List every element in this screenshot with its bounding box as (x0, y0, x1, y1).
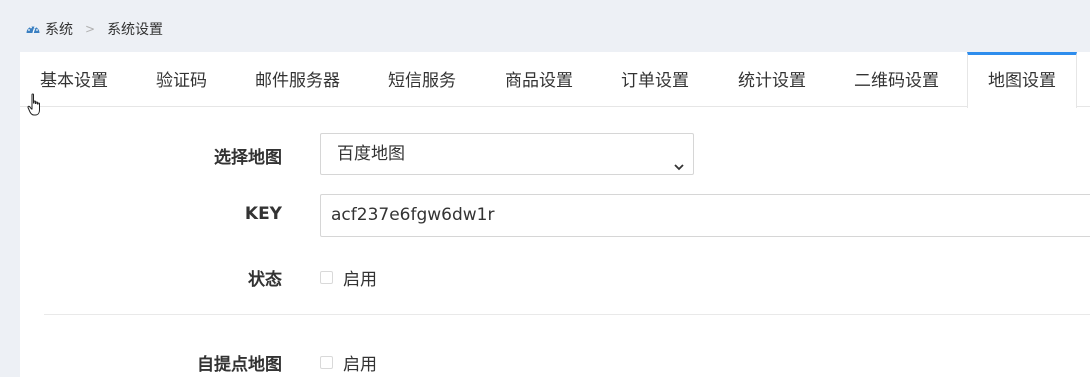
pickup-map-enable-label: 启用 (343, 355, 377, 375)
tab-captcha[interactable]: 验证码 (156, 52, 207, 107)
tab-product-settings[interactable]: 商品设置 (505, 52, 573, 107)
key-input[interactable]: acf237e6fgw6dw1r (320, 194, 1090, 237)
breadcrumb-current: 系统设置 (107, 22, 164, 38)
key-label: KEY (244, 204, 282, 224)
tab-order-settings[interactable]: 订单设置 (621, 52, 689, 107)
status-enable-label: 启用 (343, 270, 377, 290)
map-select[interactable]: 百度地图 (320, 133, 694, 175)
pickup-map-label: 自提点地图 (197, 355, 282, 375)
tab-sms-service[interactable]: 短信服务 (388, 52, 456, 107)
pickup-map-enable-option[interactable]: 启用 (320, 350, 377, 375)
breadcrumb-root[interactable]: 系统 (45, 19, 73, 39)
map-select-value: 百度地图 (337, 144, 405, 164)
tab-map-settings[interactable]: 地图设置 (967, 52, 1077, 108)
tab-basic-settings[interactable]: 基本设置 (40, 52, 108, 107)
status-enable-checkbox[interactable] (320, 271, 333, 284)
pickup-map-enable-checkbox[interactable] (320, 356, 333, 369)
tab-qrcode-settings[interactable]: 二维码设置 (854, 52, 939, 107)
status-label: 状态 (248, 270, 282, 290)
dashboard-icon (25, 21, 41, 37)
tab-bar: 基本设置 验证码 邮件服务器 短信服务 商品设置 订单设置 统计设置 二维码设置… (20, 52, 1090, 108)
chevron-down-icon (673, 148, 685, 171)
tab-mail-server[interactable]: 邮件服务器 (255, 52, 340, 107)
breadcrumb-separator: > (85, 22, 96, 36)
section-divider (44, 314, 1090, 315)
map-select-label: 选择地图 (214, 148, 282, 168)
top-bar: 系统 > 系统设置 (0, 0, 1090, 52)
tab-statistics-settings[interactable]: 统计设置 (738, 52, 806, 107)
hand-cursor-icon (27, 93, 43, 117)
breadcrumb: 系统 > 系统设置 (25, 19, 163, 39)
status-enable-option[interactable]: 启用 (320, 265, 377, 290)
